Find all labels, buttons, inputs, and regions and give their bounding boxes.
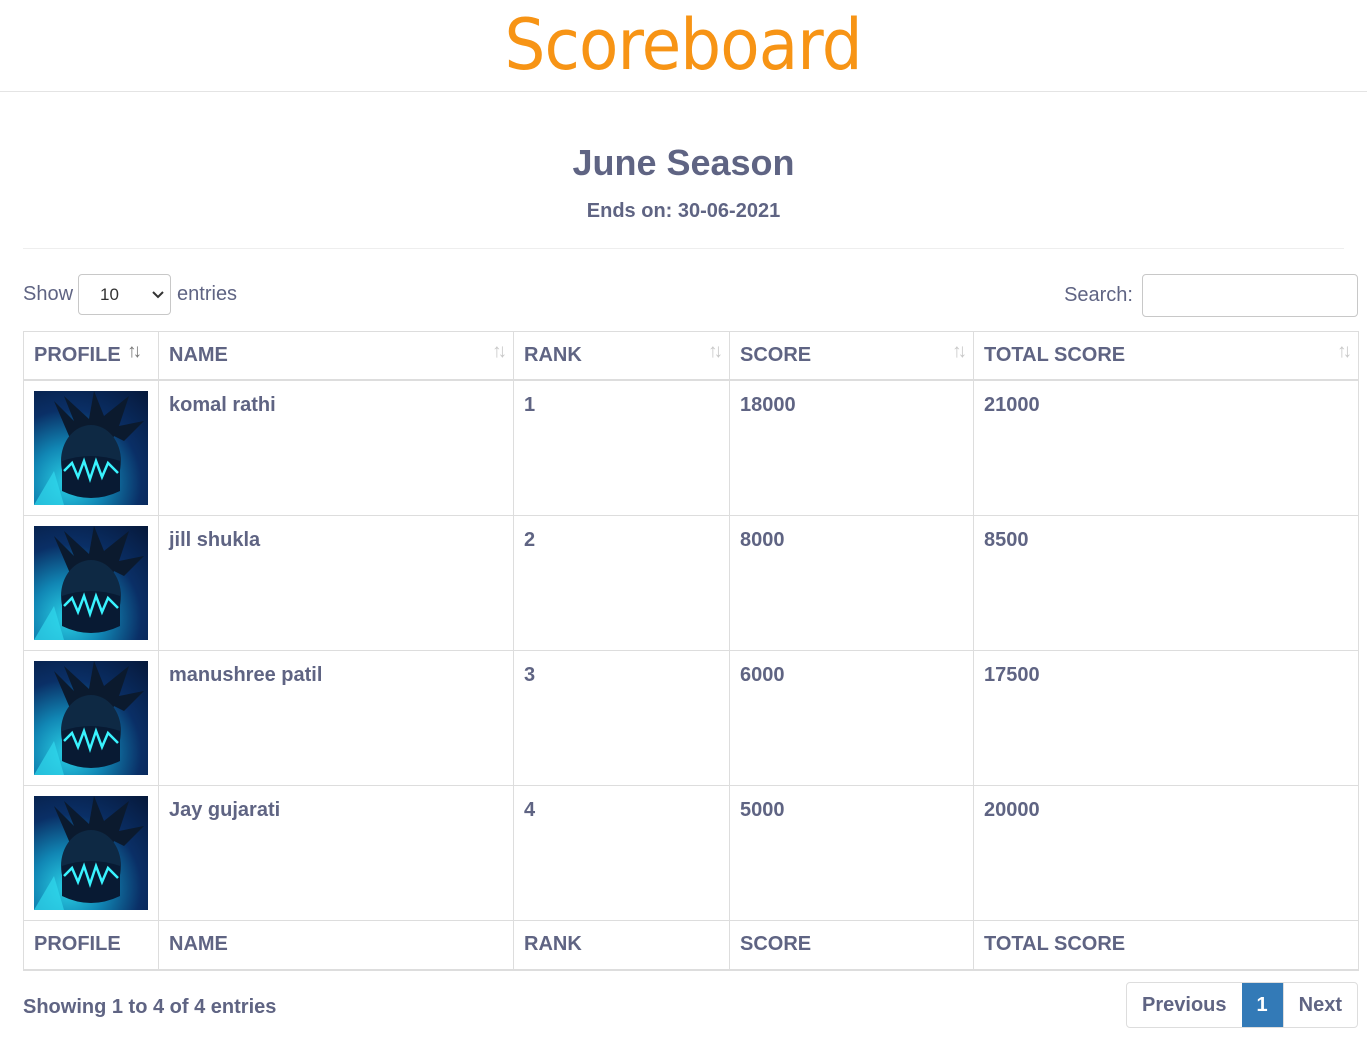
page-length-value: 10 xyxy=(100,284,119,304)
rank-cell: 3 xyxy=(513,649,730,786)
profile-cell xyxy=(23,784,159,921)
rank-cell: 1 xyxy=(513,379,730,516)
footer-header-rank: RANK xyxy=(513,919,730,971)
page-length-control: Show 10 entries xyxy=(23,274,237,315)
sort-arrows-icon: ↑↓ xyxy=(708,341,723,362)
column-header-profile[interactable]: PROFILE ↑↓ xyxy=(23,331,159,381)
table-controls: Show 10 entries Search: xyxy=(23,249,1358,331)
profile-cell xyxy=(23,514,159,651)
next-button[interactable]: Next xyxy=(1282,983,1357,1027)
name-cell: jill shukla xyxy=(158,514,514,651)
footer-header-total-score: TOTAL SCORE xyxy=(973,919,1359,971)
total-score-cell: 21000 xyxy=(973,379,1359,516)
season-header: June Season Ends on: 30-06-2021 xyxy=(0,92,1367,223)
page-length-select[interactable]: 10 xyxy=(78,274,172,315)
table-row: jill shukla 2 8000 8500 xyxy=(23,514,1359,651)
footer-header-name: NAME xyxy=(158,919,514,971)
table-row: Jay gujarati 4 5000 20000 xyxy=(23,784,1359,921)
score-cell: 18000 xyxy=(729,379,974,516)
name-cell: Jay gujarati xyxy=(158,784,514,921)
profile-cell xyxy=(23,379,159,516)
avatar xyxy=(34,660,148,775)
scoreboard-table: PROFILE ↑↓ NAME ↑↓ RANK ↑↓ SCORE ↑↓ TOTA… xyxy=(23,331,1359,971)
column-header-rank[interactable]: RANK ↑↓ xyxy=(513,331,730,381)
sort-arrows-icon: ↑↓ xyxy=(127,341,142,362)
table-row: komal rathi 1 18000 21000 xyxy=(23,379,1359,516)
footer-header-score: SCORE xyxy=(729,919,974,971)
page-1-button[interactable]: 1 xyxy=(1241,983,1283,1027)
rank-cell: 4 xyxy=(513,784,730,921)
score-cell: 8000 xyxy=(729,514,974,651)
name-cell: komal rathi xyxy=(158,379,514,516)
show-label: Show xyxy=(23,283,74,305)
entries-info: Showing 1 to 4 of 4 entries xyxy=(23,996,277,1018)
avatar xyxy=(34,525,148,640)
season-title: June Season xyxy=(572,142,795,183)
score-cell: 6000 xyxy=(729,649,974,786)
column-header-total-score[interactable]: TOTAL SCORE ↑↓ xyxy=(973,331,1359,381)
column-header-score[interactable]: SCORE ↑↓ xyxy=(729,331,974,381)
column-header-name[interactable]: NAME ↑↓ xyxy=(158,331,514,381)
search-control: Search: xyxy=(1064,274,1358,317)
name-cell: manushree patil xyxy=(158,649,514,786)
brand-title: Scoreboard xyxy=(504,4,863,86)
avatar xyxy=(34,795,148,910)
score-cell: 5000 xyxy=(729,784,974,921)
pagination: Previous 1 Next xyxy=(1126,982,1358,1028)
rank-cell: 2 xyxy=(513,514,730,651)
search-input[interactable] xyxy=(1142,274,1358,317)
table-header-row: PROFILE ↑↓ NAME ↑↓ RANK ↑↓ SCORE ↑↓ TOTA… xyxy=(23,331,1359,381)
total-score-cell: 8500 xyxy=(973,514,1359,651)
top-bar: Scoreboard xyxy=(0,0,1367,92)
sort-arrows-icon: ↑↓ xyxy=(492,341,507,362)
season-end-date: Ends on: 30-06-2021 xyxy=(586,200,781,222)
table-footer-row: PROFILE NAME RANK SCORE TOTAL SCORE xyxy=(23,919,1359,971)
footer-header-profile: PROFILE xyxy=(23,919,159,971)
sort-arrows-icon: ↑↓ xyxy=(952,341,967,362)
profile-cell xyxy=(23,649,159,786)
search-label: Search: xyxy=(1064,284,1133,306)
table-footer: Showing 1 to 4 of 4 entries Previous 1 N… xyxy=(23,971,1358,1051)
previous-button[interactable]: Previous xyxy=(1127,983,1241,1027)
entries-label: entries xyxy=(177,283,238,305)
total-score-cell: 17500 xyxy=(973,649,1359,786)
avatar xyxy=(34,390,148,505)
sort-arrows-icon: ↑↓ xyxy=(1337,341,1352,362)
table-row: manushree patil 3 6000 17500 xyxy=(23,649,1359,786)
chevron-down-icon xyxy=(152,288,164,302)
total-score-cell: 20000 xyxy=(973,784,1359,921)
